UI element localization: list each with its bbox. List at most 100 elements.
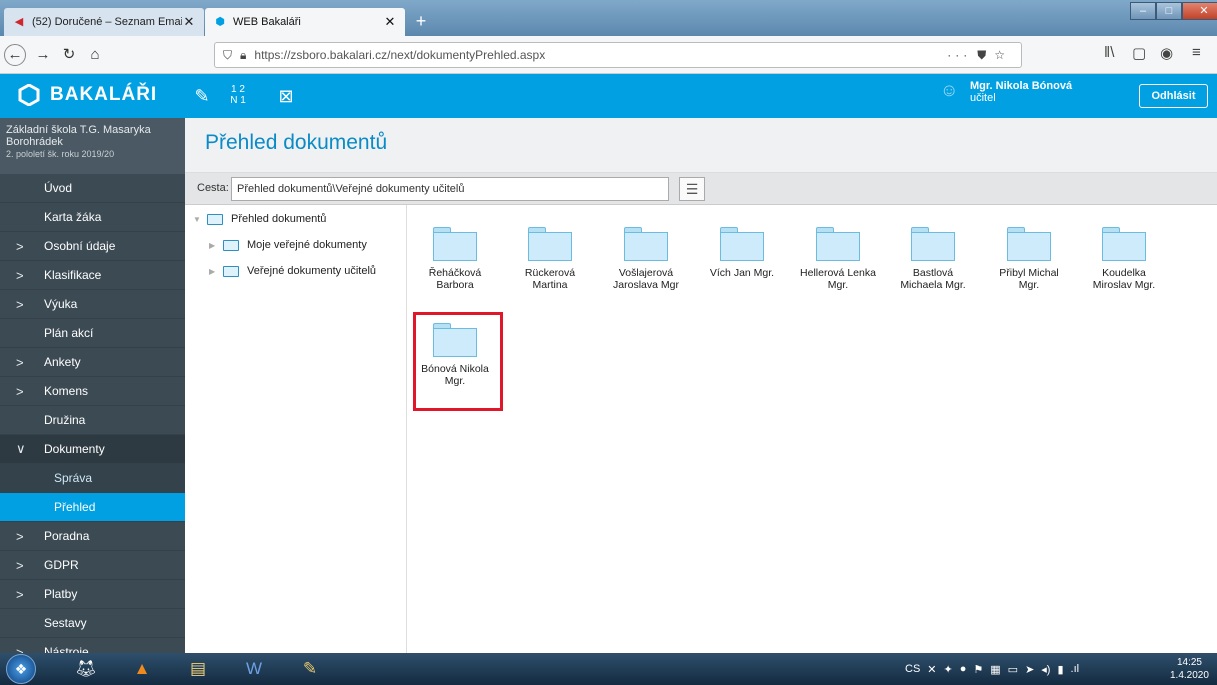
expanded-triangle-icon[interactable]: ▼ <box>193 215 207 224</box>
sidebar-item-nastroje[interactable]: > Nástroje <box>0 638 185 654</box>
signal-icon[interactable]: .ıl <box>1071 663 1080 675</box>
maximize-icon[interactable]: □ <box>1156 2 1182 20</box>
sidebar-item-poradna[interactable]: > Poradna <box>0 522 185 551</box>
menu-icon[interactable]: ≡ <box>1192 44 1201 61</box>
folder-icon <box>223 265 239 277</box>
close-icon[interactable]: ✕ <box>182 14 196 30</box>
sidebar-item-karta-zaka[interactable]: Karta žáka <box>0 203 185 232</box>
seznam-icon: ◀ <box>14 16 24 28</box>
sidebar-item-label: Dokumenty <box>44 442 105 456</box>
folder-icon <box>1102 227 1146 261</box>
tree-item-my-public[interactable]: ▶ Moje veřejné dokumenty <box>209 239 367 251</box>
windows-start-icon[interactable]: ❖ <box>6 654 36 684</box>
chevron-right-icon: > <box>16 644 24 654</box>
folder-item[interactable]: Vošlajerová Jaroslava Mgr <box>601 227 691 291</box>
sidebar-item-label: Úvod <box>44 181 73 195</box>
tab-web-bakalari[interactable]: ⬢ WEB Bakaláři ✕ <box>205 8 405 36</box>
word-icon[interactable]: W <box>234 655 274 683</box>
tree-item-teachers-public[interactable]: ▶ Veřejné dokumenty učitelů <box>209 265 376 277</box>
message-icon[interactable]: ⊠ <box>274 84 298 108</box>
folder-item[interactable]: Bastlová Michaela Mgr. <box>888 227 978 291</box>
browser-nav-bar: ← → ↻ ⌂ ⛉ 🔒︎ https://zsboro.bakalari.cz/… <box>0 36 1217 74</box>
sidebar-item-druzina[interactable]: Družina <box>0 406 185 435</box>
sidebar-item-label: Komens <box>44 384 89 398</box>
library-icon[interactable]: ‖\ <box>1104 44 1114 61</box>
shield-icon[interactable]: ⛉ <box>223 48 232 63</box>
tree-item-label: Přehled dokumentů <box>231 213 327 225</box>
sidebar-item-ankety[interactable]: > Ankety <box>0 348 185 377</box>
new-tab-button[interactable]: + <box>410 10 432 32</box>
list-view-icon[interactable]: ☰ <box>679 177 705 201</box>
paint-icon[interactable]: ✎ <box>290 655 330 683</box>
file-explorer-icon[interactable]: ▤ <box>178 655 218 683</box>
tree-item-root[interactable]: ▼ Přehled dokumentů <box>193 213 326 225</box>
folder-item[interactable]: Rückerová Martina <box>505 227 595 291</box>
sidebar-item-komens[interactable]: > Komens <box>0 377 185 406</box>
close-window-icon[interactable]: ✕ <box>1182 2 1217 20</box>
flag-icon[interactable]: ⚑ <box>973 663 983 676</box>
reload-icon[interactable]: ↻ <box>58 44 80 66</box>
url-bar[interactable]: ⛉ 🔒︎ https://zsboro.bakalari.cz/next/dok… <box>214 42 1022 68</box>
folder-item[interactable]: Řeháčková Barbora <box>410 227 500 291</box>
system-clock[interactable]: 14:25 1.4.2020 <box>1170 656 1209 682</box>
home-icon[interactable]: ⌂ <box>84 44 106 66</box>
close-icon[interactable]: ✕ <box>383 14 397 30</box>
back-arrow-icon[interactable]: ← <box>4 44 26 66</box>
grades-icon[interactable]: 1 2N 1 <box>226 84 250 108</box>
sidebar-item-klasifikace[interactable]: > Klasifikace <box>0 261 185 290</box>
display-icon[interactable]: ▭ <box>1008 663 1018 676</box>
sidebar-item-label: Poradna <box>44 529 90 543</box>
edit-icon[interactable]: ✎ <box>190 84 214 108</box>
sidebar-item-platby[interactable]: > Platby <box>0 580 185 609</box>
sidebar-item-sestavy[interactable]: Sestavy <box>0 609 185 638</box>
tray-app-icon[interactable]: ✦ <box>944 663 953 676</box>
tab-seznam-email[interactable]: ◀ (52) Doručené – Seznam Email ✕ <box>4 8 204 36</box>
sidebar-item-uvod[interactable]: Úvod <box>0 174 185 203</box>
chevron-down-icon: ∨ <box>16 441 26 456</box>
sidebar-item-prehled[interactable]: Přehled <box>0 493 185 522</box>
arrow-icon[interactable]: ➤ <box>1025 663 1034 676</box>
tree-item-label: Veřejné dokumenty učitelů <box>247 265 377 277</box>
account-icon[interactable]: ◉ <box>1160 44 1173 62</box>
firefox-icon[interactable]: 🦊︎ <box>66 655 106 683</box>
folder-name: Mgr. <box>1018 279 1040 291</box>
battery-icon[interactable]: ▮ <box>1057 663 1063 676</box>
collapsed-triangle-icon[interactable]: ▶ <box>209 267 223 276</box>
star-icon[interactable]: ☆ <box>994 48 1005 62</box>
school-name: Základní škola T.G. Masaryka <box>6 124 151 136</box>
page-actions-icon[interactable]: ··· <box>947 48 971 62</box>
os-taskbar: ❖ 🦊︎ ▲ ▤ W ✎ CS ✕ ✦ ● ⚑ ▦ ▭ ➤ ◂) ▮ .ıl 1… <box>0 653 1217 685</box>
folder-item[interactable]: Hellerová Lenka Mgr. <box>793 227 883 291</box>
pocket-icon[interactable]: ⛊ <box>977 48 986 63</box>
network-icon[interactable]: ▦ <box>990 663 1000 676</box>
tray-app-icon[interactable]: ● <box>960 663 967 675</box>
logout-button[interactable]: Odhlásit <box>1139 84 1208 108</box>
folder-item[interactable]: Přibyl Michal Mgr. <box>984 227 1074 291</box>
tray-app-icon[interactable]: ✕ <box>927 663 936 676</box>
brand-logo[interactable]: BAKALÁŘI <box>18 84 157 106</box>
forward-arrow-icon[interactable]: → <box>32 44 54 66</box>
vlc-icon[interactable]: ▲ <box>122 655 162 683</box>
folder-item[interactable]: Vích Jan Mgr. <box>697 227 787 279</box>
sidebar-item-sprava[interactable]: Správa <box>0 464 185 493</box>
school-info: Základní škola T.G. Masaryka Borohrádek … <box>0 118 185 174</box>
url-text[interactable]: https://zsboro.bakalari.cz/next/dokument… <box>254 48 947 62</box>
language-indicator[interactable]: CS <box>905 663 920 675</box>
sidebar-item-vyuka[interactable]: > Výuka <box>0 290 185 319</box>
collapsed-triangle-icon[interactable]: ▶ <box>209 241 223 250</box>
tab-label: WEB Bakaláři <box>233 16 301 28</box>
chevron-right-icon: > <box>16 528 24 544</box>
sidebar-item-osobni-udaje[interactable]: > Osobní údaje <box>0 232 185 261</box>
sidebar-item-dokumenty[interactable]: ∨ Dokumenty <box>0 435 185 464</box>
selection-highlight <box>413 312 503 411</box>
lock-icon[interactable]: 🔒︎ <box>240 48 246 63</box>
folder-name: Řeháčková <box>428 267 482 279</box>
user-info[interactable]: ☺ Mgr. Nikola Bónová učitel <box>940 80 1072 104</box>
folder-item[interactable]: Koudelka Miroslav Mgr. <box>1079 227 1169 291</box>
sidebar-toggle-icon[interactable]: ▢ <box>1132 44 1146 62</box>
path-input[interactable]: Přehled dokumentů\Veřejné dokumenty učit… <box>231 177 669 201</box>
volume-icon[interactable]: ◂) <box>1041 663 1050 676</box>
minimize-icon[interactable]: – <box>1130 2 1156 20</box>
sidebar-item-plan-akci[interactable]: Plán akcí <box>0 319 185 348</box>
sidebar-item-gdpr[interactable]: > GDPR <box>0 551 185 580</box>
